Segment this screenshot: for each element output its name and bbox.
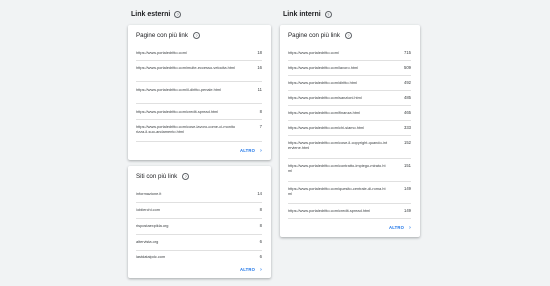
table-row[interactable]: https://www.portaledritto.com/multe-ecce…	[136, 60, 262, 82]
table-row[interactable]: https://www.portaledritto.com/cose-lavor…	[136, 119, 262, 142]
card-title: Pagine con più link?	[288, 32, 352, 39]
table-row[interactable]: rispostaexpikla.org 8	[136, 218, 262, 235]
row-count: 151	[404, 163, 411, 168]
row-count: 6	[259, 254, 262, 259]
table-row[interactable]: https://www.portaledritto.com/credit-spr…	[136, 103, 262, 120]
table-row[interactable]: lastdataipdc.com 6	[136, 250, 262, 264]
table-row[interactable]: https://www.portaledritto.com/sanzioni.h…	[288, 90, 411, 106]
table-row[interactable]: https://www.portaledritto.com/ 715	[288, 45, 411, 61]
chevron-right-icon: ›	[260, 267, 262, 273]
more-button[interactable]: ALTRO ›	[389, 225, 411, 231]
row-url: rispostaexpikla.org	[136, 223, 169, 228]
row-count: 152	[404, 140, 411, 145]
row-count: 149	[404, 208, 411, 213]
row-url: https://www.portaledritto.com/multe-ecce…	[136, 65, 236, 70]
row-url: https://www.portaledritto.com/finanza.ht…	[288, 110, 361, 115]
help-icon[interactable]: ?	[192, 32, 200, 39]
card-title: Siti con più link?	[136, 173, 190, 180]
table-row[interactable]: https://www.portaledritto.com/quesito-ce…	[288, 181, 411, 204]
row-count: 465	[404, 110, 411, 115]
row-url: https://www.portaledritto.com/lavoro.htm…	[288, 65, 359, 70]
table-row[interactable]: https://www.portaledritto.com/credit-spr…	[288, 203, 411, 219]
table-row[interactable]: /obiierchi.com 8	[136, 202, 262, 219]
row-url: https://www.portaledritto.com/	[136, 50, 188, 55]
row-count: 14	[257, 191, 262, 196]
table-row[interactable]: altervista.org 6	[136, 234, 262, 251]
chevron-right-icon: ›	[409, 225, 411, 231]
help-icon[interactable]: ?	[174, 11, 182, 19]
internal-top-pages-card: Pagine con più link? https://www.portale…	[280, 25, 420, 237]
row-url: /obiierchi.com	[136, 207, 161, 212]
help-icon[interactable]: ?	[182, 173, 190, 180]
help-icon[interactable]: ?	[324, 11, 332, 19]
row-url: https://www.portaledritto.com/credit-spr…	[288, 208, 371, 213]
row-count: 11	[257, 87, 262, 92]
row-url: https://www.portaledritto.com/quesito-ce…	[288, 186, 386, 196]
row-count: 492	[404, 80, 411, 85]
row-url: https://www.portaledritto.com/sanzioni.h…	[288, 95, 362, 100]
row-count: 6	[259, 239, 262, 244]
row-url: https://www.portaledritto.com/chi-siamo.…	[288, 125, 365, 130]
row-url: https://www.portaledritto.com/	[288, 50, 340, 55]
row-url: https://www.portaledritto.com/diritto.ht…	[288, 80, 357, 85]
row-url: https://www.portaledritto.com/cose-il-co…	[288, 140, 388, 150]
table-row[interactable]: https://www.portaledritto.com/il-diritto…	[136, 81, 262, 104]
row-count: 16	[257, 65, 262, 70]
chevron-right-icon: ›	[260, 148, 262, 154]
table-row[interactable]: https://www.portaledritto.com/lavoro.htm…	[288, 60, 411, 76]
row-count: 485	[404, 95, 411, 100]
row-count: 7	[259, 124, 262, 129]
row-count: 715	[404, 50, 411, 55]
table-row[interactable]: https://www.portaledritto.com/diritto.ht…	[288, 75, 411, 91]
row-count: 8	[259, 223, 262, 228]
row-count: 18	[257, 50, 262, 55]
row-url: https://www.portaledritto.com/contratto-…	[288, 163, 386, 173]
external-top-pages-card: Pagine con più link? https://www.portale…	[128, 25, 271, 160]
help-icon[interactable]: ?	[344, 32, 352, 39]
row-count: 8	[259, 109, 262, 114]
more-button[interactable]: ALTRO ›	[240, 267, 262, 273]
row-count: 333	[404, 125, 411, 130]
section-title: Link esterni	[131, 11, 171, 19]
row-url: https://www.portaledritto.com/il-diritto…	[136, 87, 221, 92]
row-count: 509	[404, 65, 411, 70]
external-top-sites-card: Siti con più link? informazione.it 14 /o…	[128, 166, 271, 278]
row-url: lastdataipdc.com	[136, 254, 166, 259]
table-row[interactable]: https://www.portaledritto.com/finanza.ht…	[288, 105, 411, 121]
table-row[interactable]: https://www.portaledritto.com/contratto-…	[288, 158, 411, 182]
row-count: 149	[404, 186, 411, 191]
table-row[interactable]: https://www.portaledritto.com/ 18	[136, 45, 262, 61]
row-url: altervista.org	[136, 239, 159, 244]
section-title: Link interni	[283, 11, 321, 19]
row-url: https://www.portaledritto.com/credit-spr…	[136, 109, 219, 114]
row-url: https://www.portaledritto.com/cose-lavor…	[136, 124, 236, 134]
table-row[interactable]: informazione.it 14	[136, 186, 262, 203]
table-row[interactable]: https://www.portaledritto.com/chi-siamo.…	[288, 120, 411, 136]
row-url: informazione.it	[136, 191, 162, 196]
table-row[interactable]: https://www.portaledritto.com/cose-il-co…	[288, 135, 411, 159]
row-count: 8	[259, 207, 262, 212]
more-button[interactable]: ALTRO ›	[240, 148, 262, 154]
card-title: Pagine con più link?	[136, 32, 200, 39]
